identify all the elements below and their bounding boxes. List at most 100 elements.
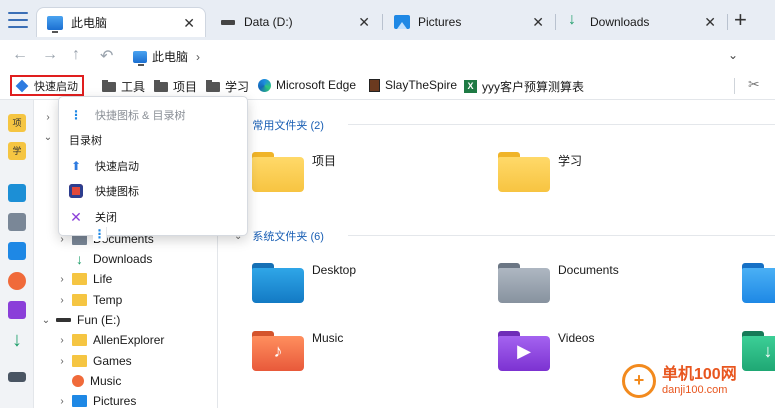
folder-item-pictures[interactable] [742,263,775,303]
tab-label: Data (D:) [244,15,293,29]
play-icon: ▶ [517,341,531,361]
history-icon[interactable]: ↶ [100,46,113,66]
bookmark-tools[interactable]: 工具 [102,78,145,95]
documents-folder-icon [498,263,550,303]
desktop-icon[interactable] [8,184,26,202]
menu-item-label: 快捷图标 & 目录树 [95,109,186,122]
music-note-icon: ♪ [273,341,283,361]
close-icon[interactable]: ✕ [183,15,195,32]
chevron-right-icon[interactable]: › [56,356,68,367]
tab-data-d[interactable]: Data (D:) ✕ [210,7,380,37]
close-icon[interactable]: ✕ [704,14,716,31]
bookmark-label: SlayTheSpire [385,78,458,92]
folder-item-videos[interactable]: ▶ Videos [498,331,594,371]
chevron-right-icon[interactable]: › [56,396,68,407]
menu-item-label: 目录树 [69,134,102,147]
close-icon[interactable]: ✕ [532,14,544,31]
scissors-icon[interactable]: ✂ [748,76,760,93]
download-icon[interactable]: ↓ [8,330,26,350]
folder-icon [206,79,220,92]
project-folder-icon[interactable]: 项 [8,114,26,132]
drives-icon[interactable] [8,372,26,382]
menu-item-shortcut-icons[interactable]: 快捷图标 [59,178,249,203]
quick-launch-menu: ⋮ 快捷图标 & 目录树 ⋮ 目录树 ⬆ 快速启动 快捷图标 ✕ 关闭 [58,96,249,241]
folder-icon [72,294,87,306]
tree-item-games[interactable]: › Games [56,351,240,371]
watermark-title: 单机100网 [662,365,737,383]
chevron-right-icon[interactable]: › [56,295,68,306]
tree-item-allenexplorer[interactable]: › AllenExplorer [56,330,240,350]
menu-item-label: 快捷图标 [95,185,139,198]
navigation-bar: ← → ↑ ↶ 此电脑 › ⌄ [0,40,775,72]
edge-icon [258,78,271,92]
chevron-down-icon[interactable]: ⌄ [42,132,54,143]
close-icon: ✕ [70,208,82,225]
content-pane: ⌄ 常用文件夹 (2) 项目 学习 ⌄ 系统文件夹 (6) Desktop Do… [218,100,775,408]
back-icon[interactable]: ← [12,46,28,64]
folder-label: Desktop [312,263,357,277]
up-icon[interactable]: ↑ [72,46,80,64]
bookmark-edge[interactable]: Microsoft Edge [258,78,356,92]
folder-item-project[interactable]: 项目 [252,152,336,192]
breadcrumb-label[interactable]: 此电脑 [152,48,188,65]
music-icon [72,375,84,387]
video-icon[interactable] [8,301,26,319]
new-tab-button[interactable]: + [734,8,747,32]
breadcrumb[interactable]: 此电脑 › [133,48,200,66]
tree-item-label: Games [93,354,132,368]
bookmark-label: Microsoft Edge [276,78,357,92]
bookmark-slaythespire[interactable]: SlayTheSpire [369,78,457,92]
bookmark-label: 项目 [173,80,198,94]
divider [348,124,775,125]
chevron-down-icon[interactable]: ⌄ [728,48,738,62]
menu-item-quick-launch[interactable]: ⬆ 快速启动 [59,153,249,178]
bookmark-projects[interactable]: 项目 [154,78,197,95]
tab-separator [727,14,728,30]
tab-pictures[interactable]: Pictures ✕ [384,7,554,37]
folder-label: Documents [558,263,619,277]
forward-icon[interactable]: → [42,46,58,64]
bookmark-study[interactable]: 学习 [206,78,249,95]
chevron-down-icon[interactable]: ⌄ [40,315,52,326]
folder-item-desktop[interactable]: Desktop [252,263,356,303]
desktop-folder-icon [252,263,304,303]
tab-this-pc[interactable]: 此电脑 ✕ [36,7,206,37]
tree-item-label: Music [90,374,122,388]
chevron-right-icon[interactable]: › [196,50,200,64]
menu-item-label: 关闭 [95,211,117,224]
chevron-right-icon[interactable]: › [56,274,68,285]
documents-icon[interactable] [8,213,26,231]
tree-item-music[interactable]: Music [56,371,240,391]
quick-icon-rail: 项 学 ↓ [0,100,34,408]
pictures-icon[interactable] [8,242,26,260]
menu-icon[interactable] [8,12,28,28]
watermark: + 单机100网 danji100.com [622,364,737,398]
study-folder-icon[interactable]: 学 [8,142,26,160]
menu-item-close[interactable]: ✕ 关闭 [59,204,249,229]
chevron-right-icon[interactable]: › [42,112,54,123]
menu-item-tree[interactable]: ⋮ 目录树 [59,127,249,241]
game-icon [369,78,380,92]
folder-icon [102,79,116,92]
close-icon[interactable]: ✕ [358,14,370,31]
tree-item-fun-drive[interactable]: ⌄ Fun (E:) [40,310,224,330]
tab-downloads[interactable]: Downloads ✕ [556,7,726,37]
quick-launch-label: 快速启动 [34,80,78,93]
tree-icon: ⋮ [70,107,82,122]
chevron-right-icon[interactable]: › [56,335,68,346]
tree-item-temp[interactable]: › Temp [56,290,240,310]
shortcut-icon [69,183,83,198]
tree-item-pictures[interactable]: › Pictures [56,391,240,408]
bookmark-budget-sheet[interactable]: X yyy客户预算测算表 [464,78,584,95]
folder-item-downloads[interactable]: ↓ [742,331,775,371]
folder-item-study[interactable]: 学习 [498,152,582,192]
tree-item-life[interactable]: › Life [56,269,240,289]
quick-launch-button[interactable]: 快速启动 [10,75,84,96]
music-icon[interactable] [8,272,26,290]
tree-item-downloads[interactable]: ↓ Downloads [56,249,240,269]
folder-item-music[interactable]: ♪ Music [252,331,343,371]
folder-icon [72,273,87,285]
download-icon: ↓ [763,341,773,361]
folder-item-documents[interactable]: Documents [498,263,619,303]
music-folder-icon: ♪ [252,331,304,371]
